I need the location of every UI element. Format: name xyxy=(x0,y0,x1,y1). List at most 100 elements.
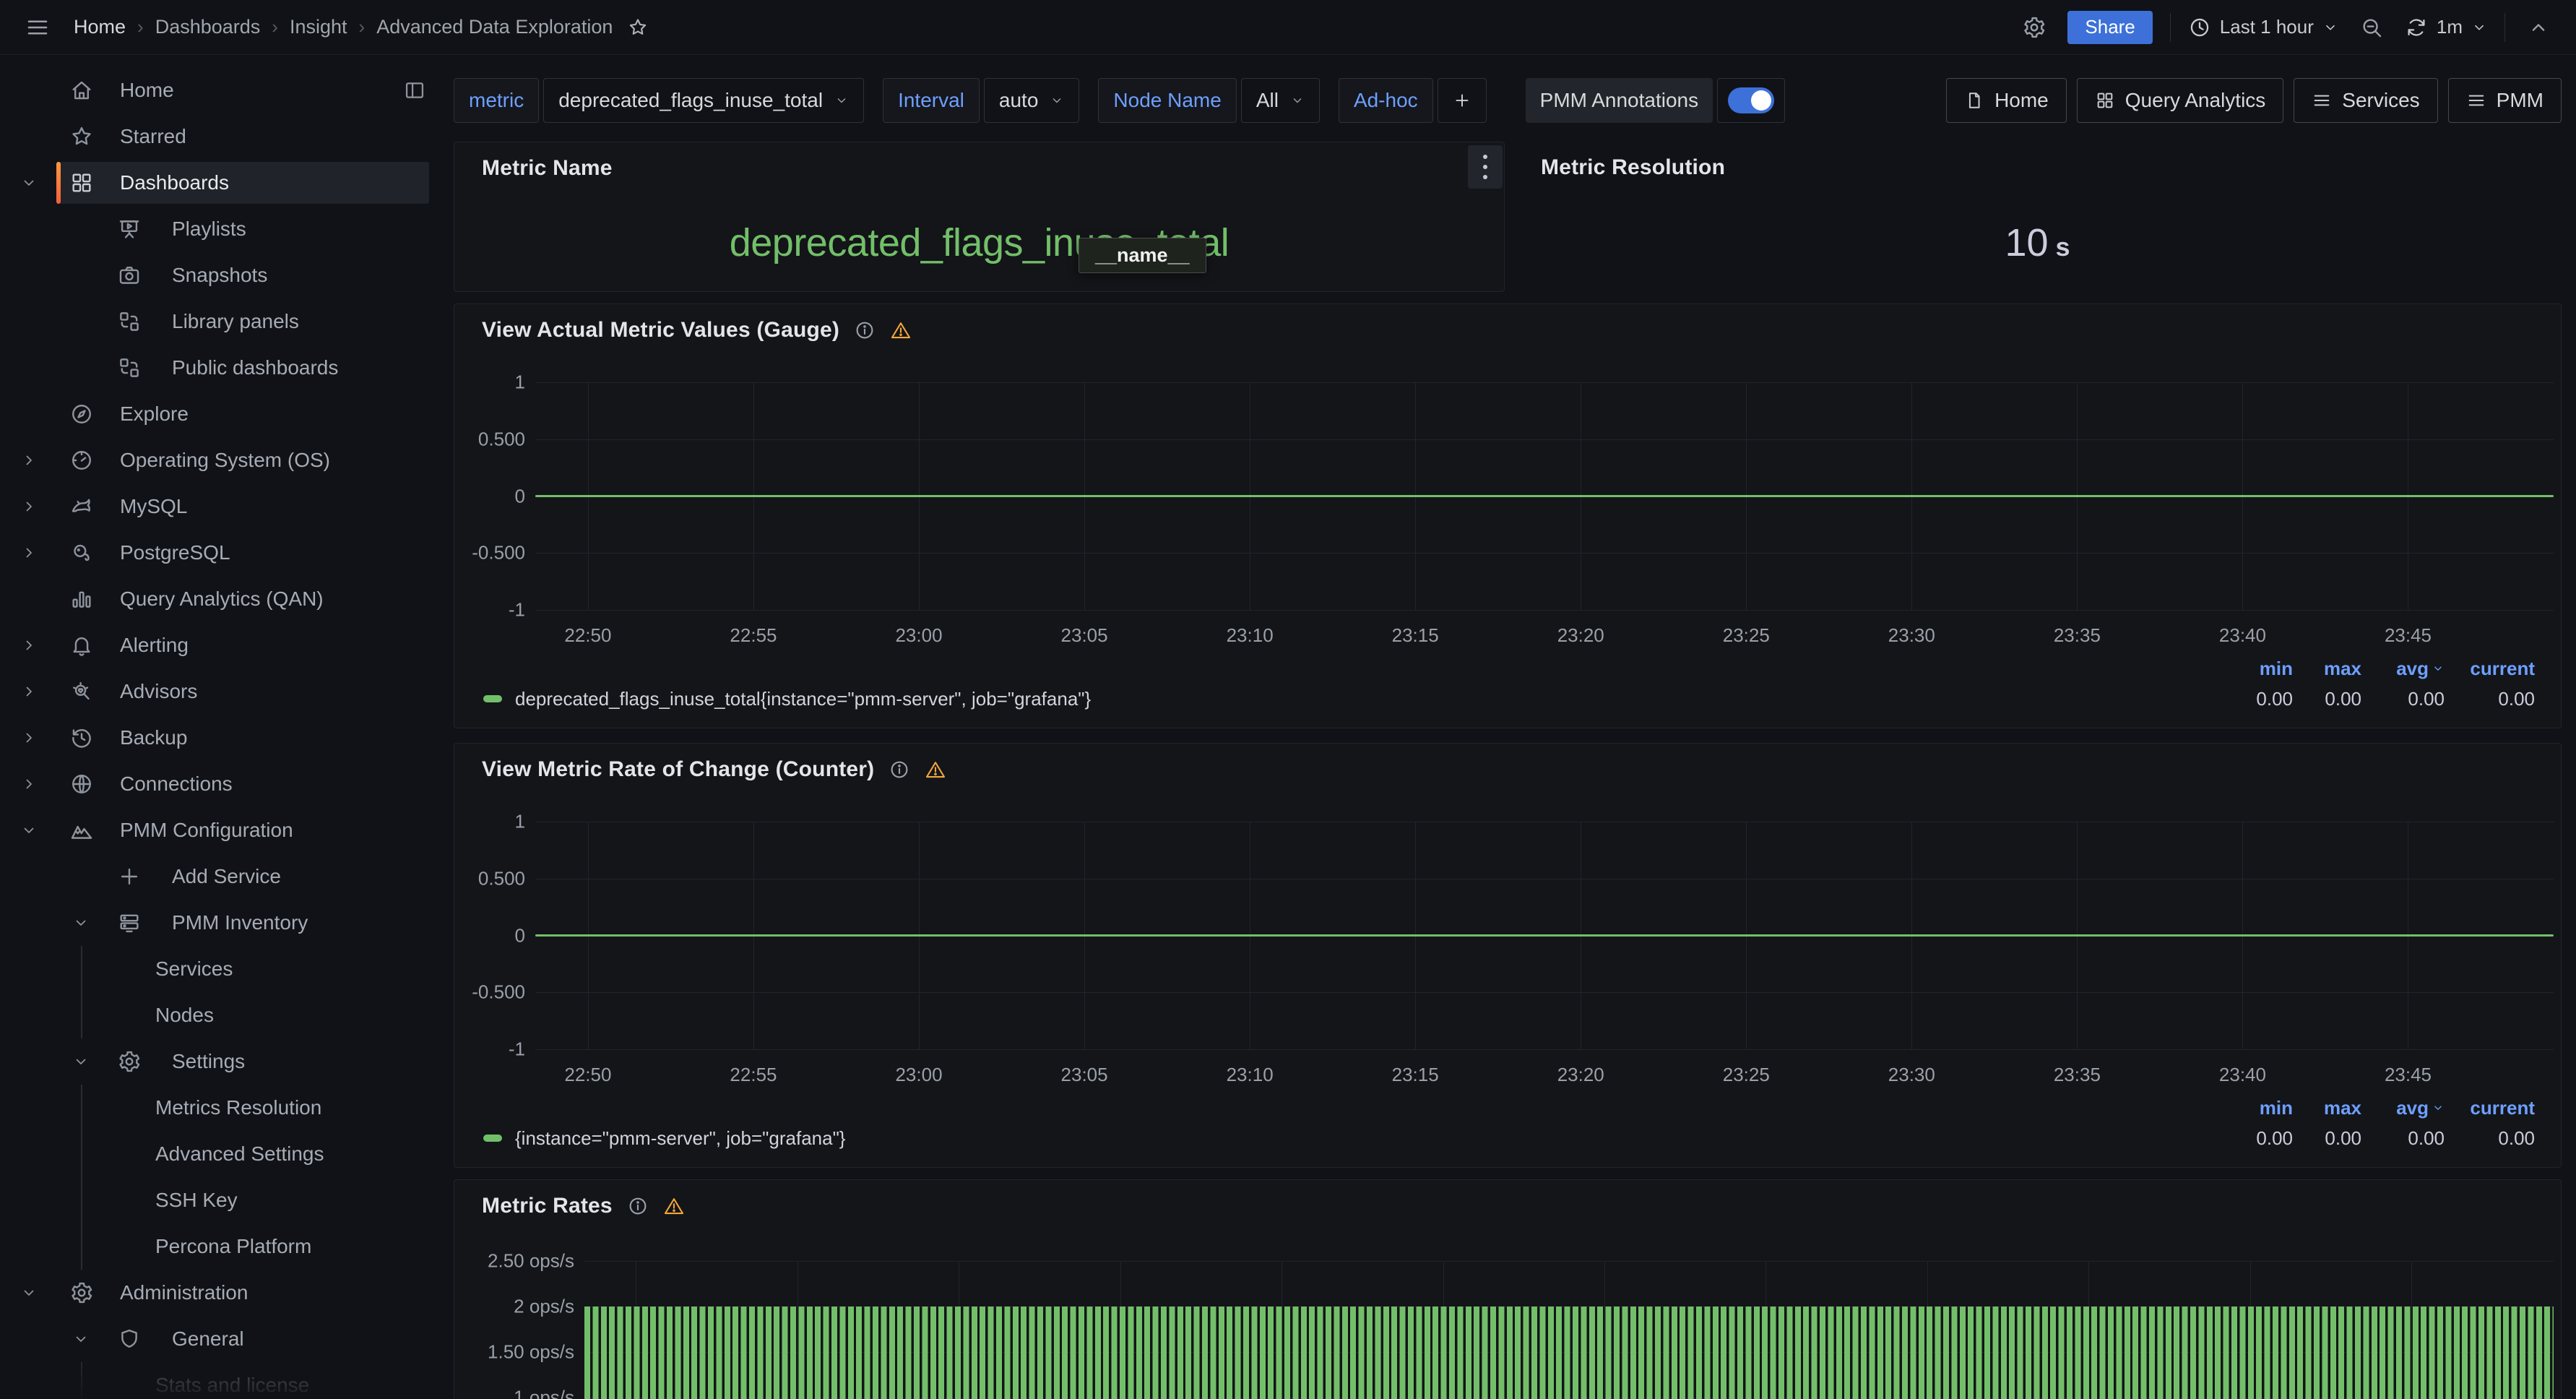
breadcrumb-item[interactable]: Home xyxy=(74,16,126,38)
warning-icon[interactable] xyxy=(890,319,912,341)
breadcrumb-item[interactable]: Advanced Data Exploration xyxy=(376,16,613,38)
sidebar-item-snapshots[interactable]: Snapshots xyxy=(0,252,442,298)
sidebar-item-playlists[interactable]: Playlists xyxy=(0,206,442,252)
share-button[interactable]: Share xyxy=(2067,11,2152,44)
pmm-annotations-toggle[interactable] xyxy=(1717,78,1785,123)
legend-column-avg[interactable]: avg xyxy=(2361,1095,2445,1121)
chevron-down-icon[interactable] xyxy=(72,914,90,931)
dashboard-link-services[interactable]: Services xyxy=(2294,78,2437,123)
legend-column-current[interactable]: current xyxy=(2445,655,2535,681)
adhoc-add-button[interactable] xyxy=(1438,78,1487,123)
chevron-down-icon[interactable] xyxy=(20,1284,38,1301)
sidebar-item-postgresql[interactable]: PostgreSQL xyxy=(0,530,442,576)
sidebar-item-mysql[interactable]: MySQL xyxy=(0,483,442,530)
sidebar-item-public-dashboards[interactable]: Public dashboards xyxy=(0,345,442,391)
sidebar-item-advisors[interactable]: Advisors xyxy=(0,668,442,715)
chevron-right-icon[interactable] xyxy=(20,775,38,793)
chevron-right-icon[interactable] xyxy=(20,729,38,746)
warning-icon[interactable] xyxy=(925,759,946,780)
chevron-right-icon[interactable] xyxy=(20,775,38,793)
chevron-right-icon[interactable] xyxy=(20,452,38,469)
refresh-picker[interactable]: 1m xyxy=(2405,16,2487,39)
legend-column-max[interactable]: max xyxy=(2293,1095,2361,1121)
sidebar-item-services[interactable]: Services xyxy=(0,946,442,992)
chevron-right-icon[interactable] xyxy=(20,452,38,469)
legend-series[interactable]: deprecated_flags_inuse_total{instance="p… xyxy=(483,681,2228,716)
chevron-down-icon[interactable] xyxy=(20,822,38,839)
sidebar-item-dashboards[interactable]: Dashboards xyxy=(0,160,442,206)
toggle-switch[interactable] xyxy=(1728,87,1774,113)
warning-triangle-icon[interactable] xyxy=(663,1195,685,1217)
sidebar-item-operating-system-os[interactable]: Operating System (OS) xyxy=(0,437,442,483)
sidebar-item-explore[interactable]: Explore xyxy=(0,391,442,437)
sidebar-item-home[interactable]: Home xyxy=(0,67,442,113)
chevron-right-icon[interactable] xyxy=(20,498,38,515)
sidebar-item-add-service[interactable]: Add Service xyxy=(0,853,442,900)
plus-icon[interactable] xyxy=(1453,91,1471,110)
warning-triangle-icon[interactable] xyxy=(890,319,912,341)
panel-header[interactable]: Metric Resolution xyxy=(1513,142,2562,194)
chevron-right-icon[interactable] xyxy=(20,544,38,561)
chevron-down-icon[interactable] xyxy=(72,1330,90,1348)
sidebar-item-connections[interactable]: Connections xyxy=(0,761,442,807)
sidebar-item-general[interactable]: General xyxy=(0,1316,442,1362)
legend-series[interactable]: {instance="pmm-server", job="grafana"} xyxy=(483,1121,2228,1155)
sidebar-item-library-panels[interactable]: Library panels xyxy=(0,298,442,345)
time-range-picker[interactable]: Last 1 hour xyxy=(2188,16,2338,39)
sidebar-item-alerting[interactable]: Alerting xyxy=(0,622,442,668)
panel-header[interactable]: Metric Name xyxy=(454,142,1504,194)
chevron-down-icon[interactable] xyxy=(20,174,38,191)
sidebar-collapse-icon[interactable] xyxy=(403,79,426,102)
time-series-plot[interactable]: 10.5000-0.500-122:5022:5523:0023:0523:10… xyxy=(535,822,2554,1049)
zoom-out-magnifier-icon[interactable] xyxy=(2359,15,2384,40)
panel-header[interactable]: View Actual Metric Values (Gauge) xyxy=(454,304,2561,356)
chevron-down-icon[interactable] xyxy=(72,914,90,931)
caret-up-icon[interactable] xyxy=(2523,12,2554,43)
sidebar-item-ssh-key[interactable]: SSH Key xyxy=(0,1177,442,1223)
sidebar-item-stats-and-license[interactable]: Stats and license xyxy=(0,1362,442,1399)
sidebar-item-administration[interactable]: Administration xyxy=(0,1270,442,1316)
info-icon[interactable] xyxy=(627,1195,649,1217)
variable-value-dropdown[interactable]: deprecated_flags_inuse_total xyxy=(543,78,864,123)
chevron-down-icon[interactable] xyxy=(20,174,38,191)
warning-icon[interactable] xyxy=(663,1195,685,1217)
dock-sidebar-icon[interactable] xyxy=(403,79,426,102)
sidebar-item-settings[interactable]: Settings xyxy=(0,1038,442,1085)
info-circle-icon[interactable] xyxy=(854,319,876,341)
sidebar-item-advanced-settings[interactable]: Advanced Settings xyxy=(0,1131,442,1177)
chevron-right-icon[interactable] xyxy=(20,544,38,561)
legend-column-avg[interactable]: avg xyxy=(2361,655,2445,681)
panel-menu-kebab-icon[interactable] xyxy=(1468,145,1503,189)
favorite-star-icon[interactable] xyxy=(627,17,649,38)
star-outline-icon[interactable] xyxy=(627,17,649,38)
panel-header[interactable]: Metric Rates xyxy=(454,1180,2561,1232)
chevron-right-icon[interactable] xyxy=(20,683,38,700)
chevron-right-icon[interactable] xyxy=(20,637,38,654)
chevron-right-icon[interactable] xyxy=(20,637,38,654)
chevron-down-icon[interactable] xyxy=(20,822,38,839)
breadcrumb-item[interactable]: Dashboards xyxy=(155,16,261,38)
sidebar-item-metrics-resolution[interactable]: Metrics Resolution xyxy=(0,1085,442,1131)
legend-column-min[interactable]: min xyxy=(2228,655,2293,681)
info-icon[interactable] xyxy=(889,759,910,780)
sidebar-item-starred[interactable]: Starred xyxy=(0,113,442,160)
sidebar-item-query-analytics-qan[interactable]: Query Analytics (QAN) xyxy=(0,576,442,622)
sidebar-item-nodes[interactable]: Nodes xyxy=(0,992,442,1038)
caret-up-icon[interactable] xyxy=(2526,15,2551,40)
sidebar-item-backup[interactable]: Backup xyxy=(0,715,442,761)
chevron-down-icon[interactable] xyxy=(72,1330,90,1348)
bar-chart-plot[interactable]: 2.50 ops/s2 ops/s1.50 ops/s1 ops/s xyxy=(584,1261,2554,1399)
chevron-down-icon[interactable] xyxy=(72,1053,90,1070)
chevron-right-icon[interactable] xyxy=(20,498,38,515)
menu-toggle-icon[interactable] xyxy=(22,12,53,43)
warning-triangle-icon[interactable] xyxy=(925,759,946,780)
chevron-down-icon[interactable] xyxy=(20,1284,38,1301)
chevron-right-icon[interactable] xyxy=(20,729,38,746)
zoom-out-icon[interactable] xyxy=(2356,12,2387,43)
dashboard-link-pmm[interactable]: PMM xyxy=(2448,78,2562,123)
variable-value-dropdown[interactable]: auto xyxy=(984,78,1080,123)
dashboard-link-home[interactable]: Home xyxy=(1946,78,2067,123)
chevron-down-icon[interactable] xyxy=(72,1053,90,1070)
info-icon[interactable] xyxy=(854,319,876,341)
sidebar-item-pmm-inventory[interactable]: PMM Inventory xyxy=(0,900,442,946)
